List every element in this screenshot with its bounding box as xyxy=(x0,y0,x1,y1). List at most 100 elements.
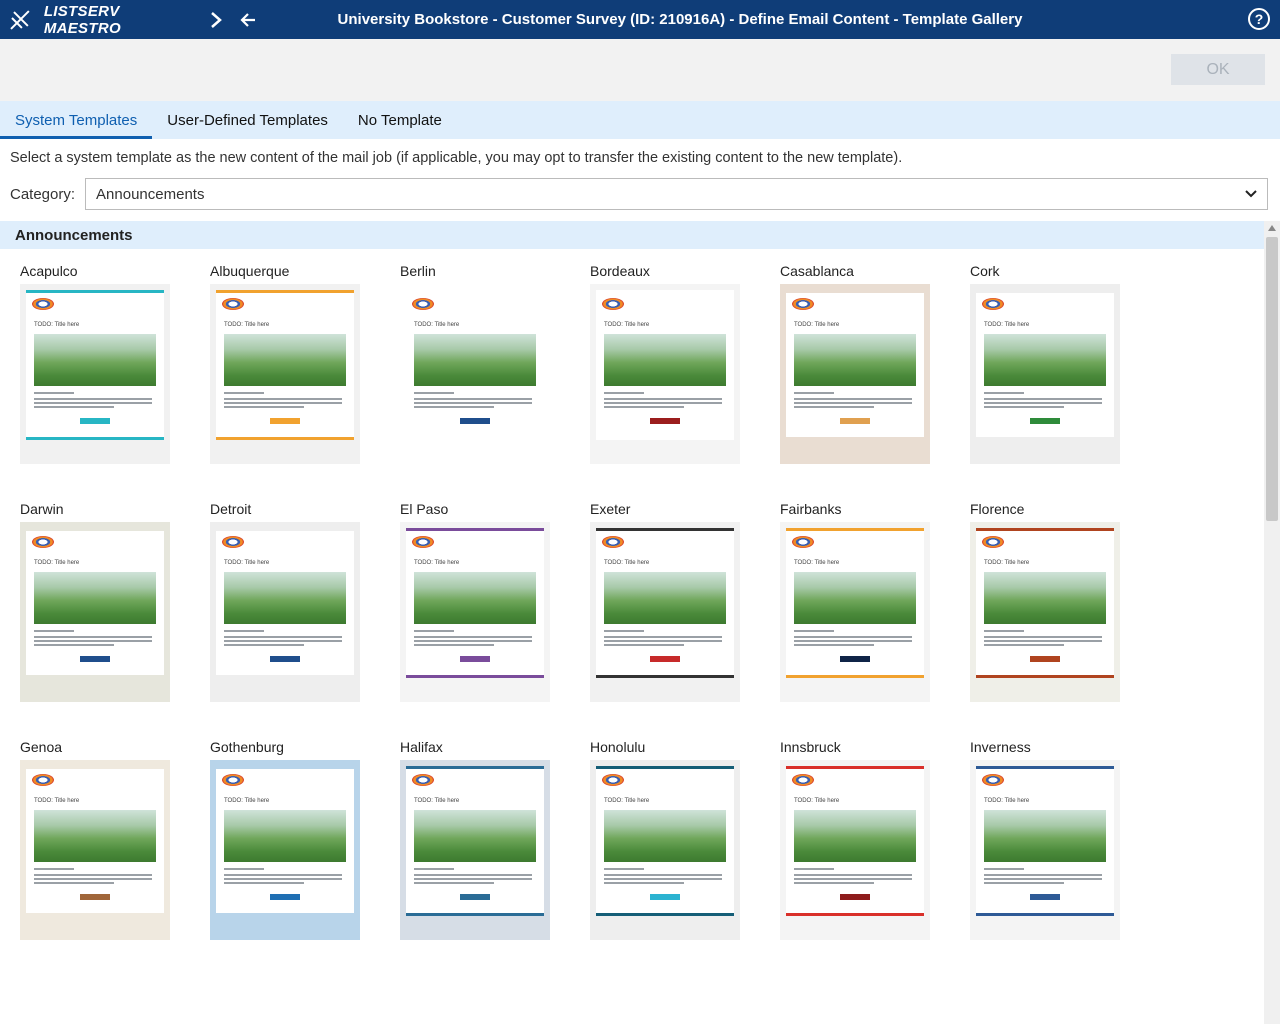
template-thumbnail[interactable]: TODO: Title here xyxy=(590,284,740,464)
scrollbar-thumb[interactable] xyxy=(1266,237,1278,521)
template-tile[interactable]: Albuquerque TODO: Title here xyxy=(210,262,360,464)
thumbnail-text-line xyxy=(604,878,722,880)
template-thumbnail[interactable]: TODO: Title here xyxy=(970,522,1120,702)
template-tile[interactable]: Cork TODO: Title here xyxy=(970,262,1120,464)
thumbnail-accent-bar xyxy=(26,766,164,769)
template-tile[interactable]: Detroit TODO: Title here xyxy=(210,500,360,702)
thumbnail-text-line xyxy=(224,644,304,646)
thumbnail-logo-icon xyxy=(412,298,434,310)
template-tile[interactable]: Florence TODO: Title here xyxy=(970,500,1120,702)
thumbnail-text-line xyxy=(34,640,152,642)
thumbnail-text-line xyxy=(34,398,152,400)
template-thumbnail[interactable]: TODO: Title here xyxy=(210,760,360,940)
thumbnail-button xyxy=(1030,418,1060,424)
thumbnail-button xyxy=(840,894,870,900)
thumbnail-image xyxy=(984,572,1106,624)
thumbnail-text-line xyxy=(984,636,1102,638)
template-thumbnail[interactable]: TODO: Title here xyxy=(400,522,550,702)
help-icon[interactable]: ? xyxy=(1248,8,1270,30)
thumbnail-text-line xyxy=(984,406,1064,408)
thumbnail-text-line xyxy=(604,640,722,642)
thumbnail-text-line xyxy=(224,882,304,884)
thumbnail-text-line xyxy=(604,874,722,876)
template-tile[interactable]: Genoa TODO: Title here xyxy=(20,738,170,940)
template-tile[interactable]: Exeter TODO: Title here xyxy=(590,500,740,702)
thumbnail-footer-bar xyxy=(596,675,734,678)
thumbnail-text-line xyxy=(224,636,342,638)
template-thumbnail[interactable]: TODO: Title here xyxy=(210,522,360,702)
template-thumbnail[interactable]: TODO: Title here xyxy=(210,284,360,464)
thumbnail-text-line xyxy=(414,630,454,632)
thumbnail-text-line xyxy=(224,406,304,408)
thumbnail-title: TODO: Title here xyxy=(604,560,650,566)
thumbnail-accent-bar xyxy=(216,290,354,293)
template-tile[interactable]: Casablanca TODO: Title here xyxy=(780,262,930,464)
thumbnail-text-line xyxy=(34,406,114,408)
thumbnail-text-line xyxy=(984,882,1064,884)
template-tile[interactable]: Gothenburg TODO: Title here xyxy=(210,738,360,940)
template-thumbnail[interactable]: TODO: Title here xyxy=(400,760,550,940)
thumbnail-logo-icon xyxy=(792,298,814,310)
template-tile[interactable]: Honolulu TODO: Title here xyxy=(590,738,740,940)
template-thumbnail[interactable]: TODO: Title here xyxy=(970,760,1120,940)
scroll-up-icon[interactable] xyxy=(1268,225,1276,231)
thumbnail-footer-bar xyxy=(406,913,544,916)
template-tile[interactable]: Inverness TODO: Title here xyxy=(970,738,1120,940)
template-tile[interactable]: Bordeaux TODO: Title here xyxy=(590,262,740,464)
template-thumbnail[interactable]: TODO: Title here xyxy=(590,522,740,702)
template-thumbnail[interactable]: TODO: Title here xyxy=(20,284,170,464)
tab-system-templates[interactable]: System Templates xyxy=(0,101,153,139)
thumbnail-logo-icon xyxy=(602,536,624,548)
template-name: El Paso xyxy=(400,501,449,517)
thumbnail-text-line xyxy=(794,402,912,404)
category-select[interactable]: Announcements xyxy=(85,178,1269,210)
template-name: Detroit xyxy=(210,501,252,517)
thumbnail-button xyxy=(270,656,300,662)
thumbnail-accent-bar xyxy=(596,766,734,769)
thumbnail-text-line xyxy=(414,636,532,638)
thumbnail-footer-bar xyxy=(406,675,544,678)
thumbnail-text-line xyxy=(414,874,532,876)
thumbnail-text-line xyxy=(794,644,874,646)
forward-arrow-icon[interactable] xyxy=(200,0,232,39)
template-thumbnail[interactable]: TODO: Title here xyxy=(970,284,1120,464)
scrollbar[interactable] xyxy=(1264,221,1280,1024)
thumbnail-title: TODO: Title here xyxy=(604,322,650,328)
thumbnail-text-line xyxy=(984,878,1102,880)
template-thumbnail[interactable]: TODO: Title here xyxy=(780,284,930,464)
thumbnail-accent-bar xyxy=(786,528,924,531)
thumbnail-button xyxy=(80,418,110,424)
template-thumbnail[interactable]: TODO: Title here xyxy=(20,760,170,940)
back-arrow-icon[interactable] xyxy=(232,0,264,39)
template-tile[interactable]: Innsbruck TODO: Title here xyxy=(780,738,930,940)
thumbnail-text-line xyxy=(604,644,684,646)
thumbnail-accent-bar xyxy=(976,766,1114,769)
template-tile[interactable]: Fairbanks TODO: Title here xyxy=(780,500,930,702)
template-tile[interactable]: Halifax TODO: Title here xyxy=(400,738,550,940)
template-thumbnail[interactable]: TODO: Title here xyxy=(400,284,550,464)
thumbnail-footer-bar xyxy=(786,675,924,678)
thumbnail-footer-bar xyxy=(786,437,924,440)
thumbnail-image xyxy=(224,334,346,386)
thumbnail-footer-bar xyxy=(216,437,354,440)
thumbnail-text-line xyxy=(984,640,1102,642)
thumbnail-image xyxy=(224,810,346,862)
template-thumbnail[interactable]: TODO: Title here xyxy=(780,760,930,940)
thumbnail-accent-bar xyxy=(596,290,734,293)
thumbnail-text-line xyxy=(34,392,74,394)
template-tile[interactable]: Berlin TODO: Title here xyxy=(400,262,550,464)
thumbnail-text-line xyxy=(34,878,152,880)
ok-button[interactable]: OK xyxy=(1171,54,1265,85)
top-bar: LISTSERV MAESTRO University Bookstore - … xyxy=(0,0,1280,39)
template-tile[interactable]: El Paso TODO: Title here xyxy=(400,500,550,702)
template-thumbnail[interactable]: TODO: Title here xyxy=(780,522,930,702)
thumbnail-text-line xyxy=(984,644,1064,646)
template-tile[interactable]: Acapulco TODO: Title here xyxy=(20,262,170,464)
tab-user-defined-templates[interactable]: User-Defined Templates xyxy=(152,101,343,139)
tab-no-template[interactable]: No Template xyxy=(343,101,457,139)
template-tile[interactable]: Darwin TODO: Title here xyxy=(20,500,170,702)
thumbnail-text-line xyxy=(794,882,874,884)
thumbnail-text-line xyxy=(794,406,874,408)
template-thumbnail[interactable]: TODO: Title here xyxy=(20,522,170,702)
template-thumbnail[interactable]: TODO: Title here xyxy=(590,760,740,940)
